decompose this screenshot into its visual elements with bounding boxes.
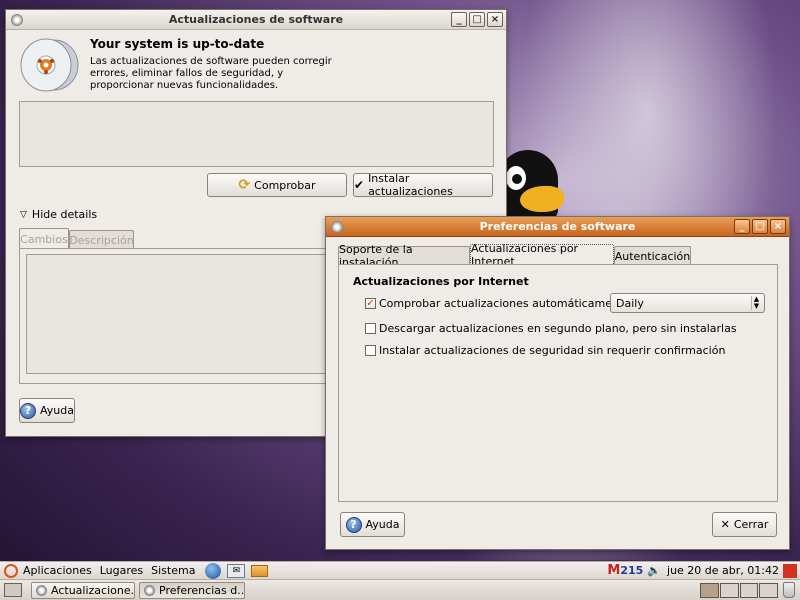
install-button-label: Instalar actualizaciones (368, 172, 453, 198)
prefs-help-button[interactable]: ? Ayuda (340, 512, 405, 537)
workspace-switcher[interactable] (700, 583, 778, 598)
check-button-label: Comprobar (254, 178, 316, 192)
prefs-window-titlebar[interactable]: Preferencias de software _ □ × (326, 217, 789, 237)
prefs-close-dialog-button[interactable]: ✕ Cerrar (712, 512, 777, 537)
cd-update-icon (20, 38, 79, 92)
security-install-label[interactable]: Instalar actualizaciones de seguridad si… (379, 344, 725, 357)
update-window-menu-icon[interactable] (10, 13, 24, 27)
background-download-checkbox[interactable] (365, 323, 376, 334)
home-folder-icon[interactable] (251, 564, 269, 577)
security-install-checkbox[interactable] (365, 345, 376, 356)
menu-system[interactable]: Sistema (151, 564, 195, 577)
trash-icon[interactable] (783, 582, 795, 598)
tab-authentication-label: Autenticación (614, 249, 691, 263)
details-toggle-label: Hide details (31, 208, 98, 221)
task-update-icon (36, 585, 47, 596)
workspace-1[interactable] (700, 583, 719, 598)
task-update-label: Actualizacione... (51, 584, 135, 597)
mail-count: 215 (620, 564, 644, 577)
software-preferences-window: Preferencias de software _ □ × Soporte d… (325, 216, 790, 550)
prefs-minimize-button[interactable]: _ (734, 219, 750, 234)
workspace-2[interactable] (719, 583, 739, 598)
task-prefs-label: Preferencias d... (159, 584, 245, 597)
prefs-help-icon: ? (345, 516, 362, 533)
refresh-icon: ⟳ (238, 177, 251, 193)
email-client-icon[interactable]: ✉ (227, 563, 246, 578)
updates-list[interactable] (19, 101, 494, 167)
checkmark-icon: ✔ (354, 178, 365, 192)
tab-changes[interactable]: Cambios (19, 228, 69, 249)
task-software-preferences[interactable]: Preferencias d... (139, 582, 245, 599)
triangle-down-icon: ▽ (20, 209, 27, 220)
wallpaper-penguin-pupil (512, 174, 522, 184)
tab-authentication[interactable]: Autenticación (614, 246, 691, 265)
close-x-icon: ✕ (720, 518, 730, 531)
help-icon: ? (20, 402, 36, 419)
menu-applications[interactable]: Aplicaciones (23, 564, 92, 577)
prefs-maximize-button[interactable]: □ (752, 219, 768, 234)
install-updates-button[interactable]: ✔ Instalar actualizaciones (353, 172, 493, 198)
section-title: Actualizaciones por Internet (353, 275, 529, 288)
volume-icon[interactable]: 🔈 (647, 564, 661, 577)
task-update-manager[interactable]: Actualizacione... (31, 582, 135, 599)
frequency-value: Daily (616, 296, 644, 310)
prefs-close-label: Cerrar (733, 518, 769, 531)
details-expander[interactable]: ▽ Hide details (20, 208, 97, 221)
ubuntu-logo-icon[interactable] (4, 563, 18, 578)
frequency-combo[interactable]: Daily ▲ ▼ (610, 293, 765, 313)
status-description-line-2: errores, eliminar fallos de seguridad, y (90, 68, 284, 79)
show-desktop-icon[interactable] (4, 583, 22, 597)
prefs-window-title: Preferencias de software (479, 220, 636, 233)
tab-internet-updates[interactable]: Actualizaciones por Internet (470, 242, 614, 268)
auto-check-label[interactable]: Comprobar actualizaciones automáticament… (379, 297, 634, 310)
close-button[interactable]: × (487, 12, 503, 27)
prefs-close-button[interactable]: × (770, 219, 786, 234)
tab-changes-label: Cambios (20, 232, 68, 246)
prefs-help-label: Ayuda (365, 518, 400, 531)
auto-check-checkbox[interactable]: ✓ (365, 298, 376, 309)
help-button-label: Ayuda (40, 404, 74, 417)
check-button[interactable]: ⟳ Comprobar (207, 173, 347, 197)
prefs-tab-panel: Actualizaciones por Internet ✓ Comprobar… (338, 264, 778, 502)
prefs-window-menu-icon[interactable] (330, 220, 344, 234)
update-window-titlebar[interactable]: Actualizaciones de software _ □ × (6, 10, 506, 30)
menu-panel: Aplicaciones Lugares Sistema ✉ M 215 🔈 j… (0, 561, 800, 580)
status-description-line-1: Las actualizaciones de software pueden c… (90, 56, 332, 67)
combo-arrows-icon: ▲ ▼ (751, 296, 761, 310)
menu-places[interactable]: Lugares (100, 564, 143, 577)
wallpaper-penguin-beak (520, 186, 564, 212)
status-heading: Your system is up-to-date (90, 37, 265, 51)
tab-description-label: Descripción (69, 233, 134, 247)
workspace-3[interactable] (739, 583, 759, 598)
logout-icon[interactable] (783, 563, 797, 578)
maximize-button[interactable]: □ (469, 12, 485, 27)
web-browser-icon[interactable] (205, 562, 222, 579)
help-button[interactable]: ? Ayuda (19, 398, 75, 423)
tab-description[interactable]: Descripción (69, 230, 134, 249)
minimize-button[interactable]: _ (451, 12, 467, 27)
background-download-label[interactable]: Descargar actualizaciones en segundo pla… (379, 322, 737, 335)
status-description-line-3: proporcionar nuevas funcionalidades. (90, 80, 279, 91)
task-prefs-icon (144, 585, 155, 596)
clock[interactable]: jue 20 de abr, 01:42 (667, 564, 779, 577)
gmail-notifier-icon[interactable]: M (607, 563, 620, 578)
update-window-title: Actualizaciones de software (168, 13, 344, 26)
tab-installation-support[interactable]: Soporte de la instalación (338, 243, 470, 269)
workspace-4[interactable] (759, 583, 778, 598)
